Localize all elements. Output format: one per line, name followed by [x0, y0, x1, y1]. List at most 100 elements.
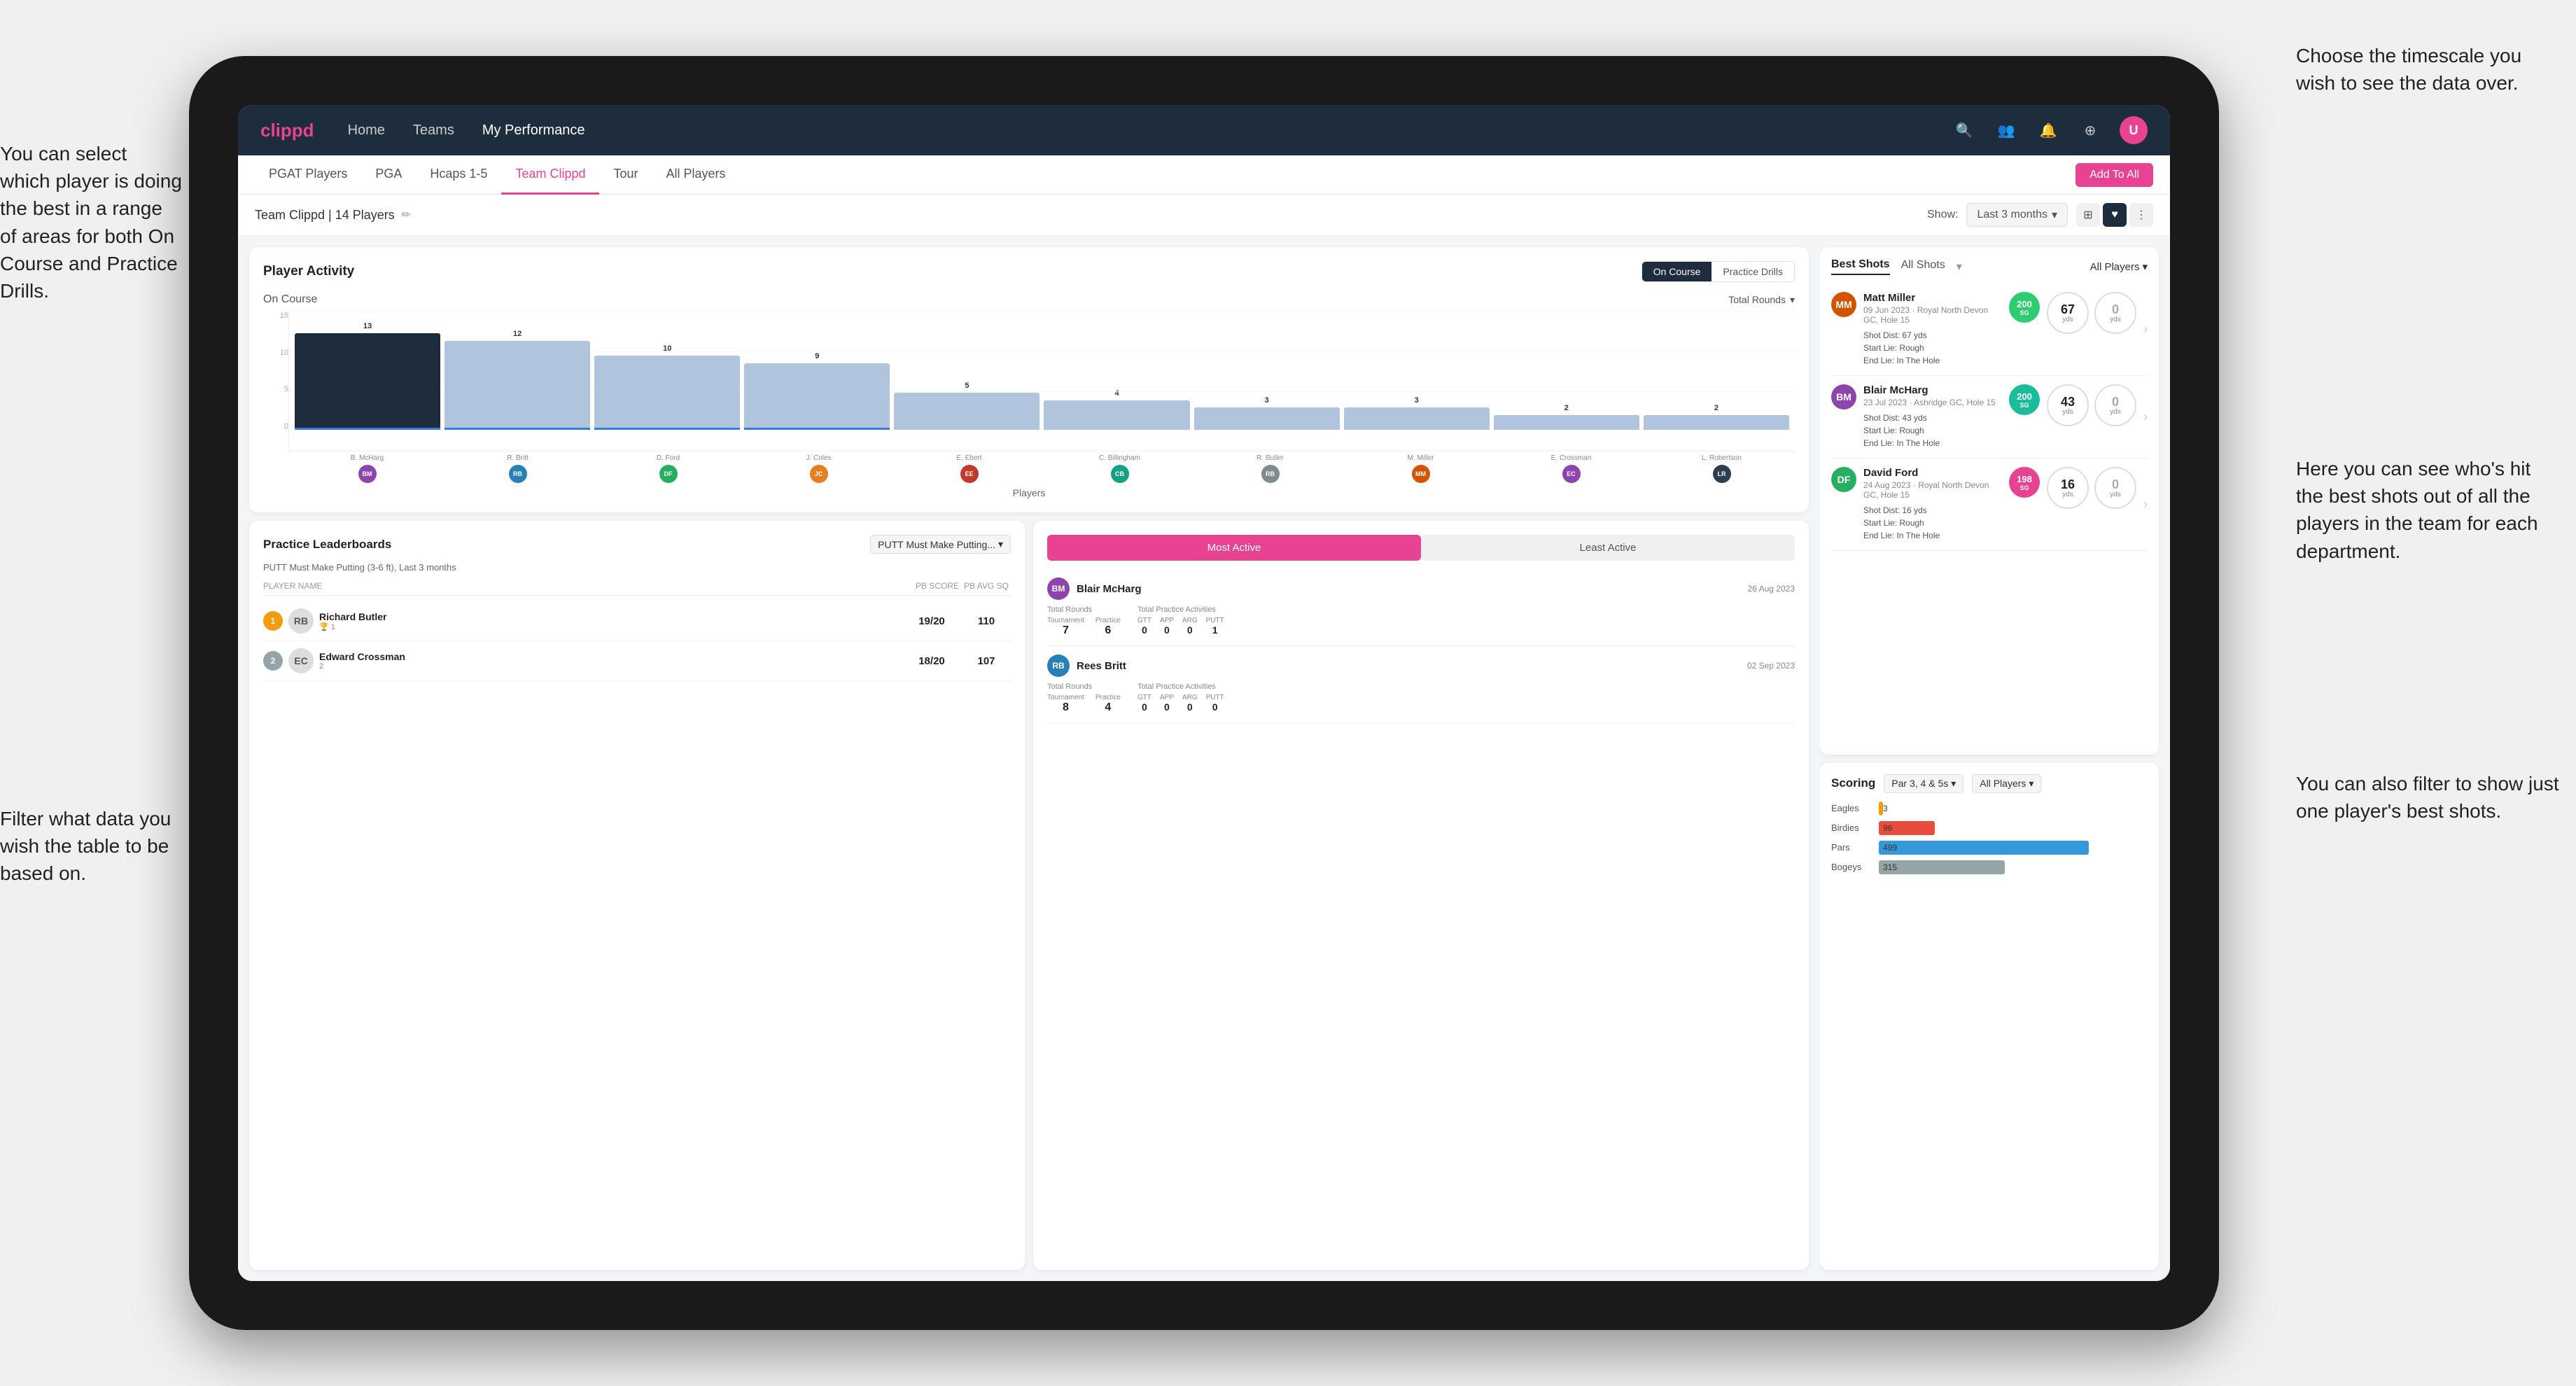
best-shots-tab[interactable]: Best Shots	[1831, 258, 1890, 275]
add-to-all-button[interactable]: Add To All	[2076, 163, 2153, 187]
avatar-crossman: EC	[1498, 465, 1644, 483]
practice-label-britt: Practice	[1096, 694, 1121, 701]
nav-icons: 🔍 👥 🔔 ⊕ U	[1952, 116, 2148, 144]
shot-details-mcharg: Shot Dist: 43 yds Start Lie: Rough End L…	[1863, 412, 2002, 449]
active-date-mcharg: 26 Aug 2023	[1748, 584, 1795, 594]
x-label-robertson: L. Robertson	[1648, 454, 1795, 462]
tab-hcaps[interactable]: Hcaps 1-5	[416, 155, 501, 195]
active-card-britt[interactable]: RB Rees Britt 02 Sep 2023 Total Rounds T…	[1047, 646, 1795, 723]
arg-britt: 0	[1182, 701, 1198, 713]
player-activity-panel: Player Activity On Course Practice Drill…	[249, 247, 1809, 512]
x-label-billingham: C. Billingham	[1046, 454, 1193, 462]
on-course-toggle[interactable]: On Course	[1642, 262, 1712, 281]
app-label: APP	[1160, 617, 1174, 624]
bar-ebert[interactable]: 5	[894, 382, 1040, 430]
lb-row-crossman[interactable]: 2 EC Edward Crossman 2 18/20 107	[263, 641, 1011, 681]
main-content: Player Activity On Course Practice Drill…	[238, 236, 2170, 1281]
edit-team-icon[interactable]: ✏	[402, 208, 411, 222]
team-title: Team Clippd | 14 Players ✏	[255, 208, 411, 223]
tab-tour[interactable]: Tour	[599, 155, 652, 195]
shot-badge-miller: 200 SG	[2009, 292, 2040, 323]
shot-card-miller[interactable]: MM Matt Miller 09 Jun 2023 · Royal North…	[1831, 284, 2148, 376]
card-view-icon[interactable]: ♥	[2103, 203, 2127, 227]
total-practice-label-britt: Total Practice Activities	[1138, 682, 1224, 691]
lb-filter-dropdown[interactable]: PUTT Must Make Putting... ▾	[870, 535, 1011, 554]
nav-links: Home Teams My Performance	[348, 122, 1952, 139]
tournament-value-mcharg: 7	[1047, 624, 1084, 637]
total-rounds-britt: Total Rounds Tournament 8 Practice	[1047, 682, 1121, 714]
search-icon[interactable]: 🔍	[1952, 118, 1977, 143]
total-rounds-mcharg: Total Rounds Tournament 7 Practice	[1047, 606, 1121, 637]
team-header: Team Clippd | 14 Players ✏ Show: Last 3 …	[238, 195, 2170, 236]
y-label-0: 0	[263, 422, 288, 430]
annotation-right-bottom: You can also filter to show just one pla…	[2296, 770, 2562, 825]
tab-team-clippd[interactable]: Team Clippd	[501, 155, 599, 195]
bar-robertson[interactable]: 2	[1644, 404, 1789, 430]
lb-subtitle: PUTT Must Make Putting (3-6 ft), Last 3 …	[263, 562, 1011, 573]
bar-crossman[interactable]: 2	[1494, 404, 1639, 430]
view-icons: ⊞ ♥ ⋮	[2076, 203, 2153, 227]
least-active-tab[interactable]: Least Active	[1421, 535, 1795, 561]
practice-label: Practice	[1096, 617, 1121, 624]
x-label-butler: R. Butler	[1197, 454, 1343, 462]
active-player-name-mcharg: Blair McHarg	[1077, 583, 1142, 595]
bar-miller[interactable]: 3	[1344, 396, 1490, 430]
total-rounds-label: Total Rounds	[1047, 606, 1121, 614]
scoring-filter2-dropdown[interactable]: All Players ▾	[1972, 774, 2041, 793]
tab-pgat-players[interactable]: PGAT Players	[255, 155, 361, 195]
shot-card-mcharg[interactable]: BM Blair McHarg 23 Jul 2023 · Ashridge G…	[1831, 376, 2148, 458]
time-filter-dropdown[interactable]: Last 3 months ▾	[1966, 203, 2068, 227]
nav-link-myperformance[interactable]: My Performance	[482, 122, 585, 139]
avatar-coles: JC	[746, 465, 892, 483]
all-players-dropdown[interactable]: All Players ▾	[2090, 260, 2148, 273]
arg-mcharg: 0	[1182, 624, 1198, 636]
rank-gold-icon: 1	[263, 611, 283, 631]
active-card-mcharg[interactable]: BM Blair McHarg 26 Aug 2023 Total Rounds	[1047, 569, 1795, 646]
most-active-tab[interactable]: Most Active	[1047, 535, 1421, 561]
plus-circle-icon[interactable]: ⊕	[2078, 118, 2103, 143]
bar-value-9: 9	[815, 352, 819, 360]
total-practice-britt: Total Practice Activities GTT0 APP0 ARG0…	[1138, 682, 1224, 714]
scoring-birdies-bar: 96	[1879, 821, 1935, 835]
lb-row-butler[interactable]: 1 RB Richard Butler 🏆 1 19/20 110	[263, 601, 1011, 641]
shot-card-ford[interactable]: DF David Ford 24 Aug 2023 · Royal North …	[1831, 458, 2148, 551]
show-label: Show:	[1927, 209, 1958, 221]
bar-coles[interactable]: 9	[744, 352, 890, 430]
lb-header: Practice Leaderboards PUTT Must Make Put…	[263, 535, 1011, 554]
chart-filter-dropdown[interactable]: Total Rounds ▾	[1728, 294, 1795, 306]
chart-area: On Course Total Rounds ▾ 15 10 5	[263, 293, 1795, 498]
bar-mcharg[interactable]: 13	[295, 322, 440, 430]
tab-pga[interactable]: PGA	[361, 155, 416, 195]
bell-icon[interactable]: 🔔	[2036, 118, 2061, 143]
avatar-robertson: LR	[1648, 465, 1795, 483]
bar-britt[interactable]: 12	[444, 330, 590, 430]
shot-avatar-miller: MM	[1831, 292, 1856, 317]
bar-billingham[interactable]: 4	[1044, 389, 1189, 430]
gtt-label-britt: GTT	[1138, 694, 1152, 701]
grid-view-icon[interactable]: ⊞	[2076, 203, 2100, 227]
shot-player-name-mcharg: Blair McHarg	[1863, 384, 2002, 396]
scoring-filter1-dropdown[interactable]: Par 3, 4 & 5s ▾	[1884, 774, 1963, 793]
practice-drills-toggle[interactable]: Practice Drills	[1712, 262, 1794, 281]
user-avatar[interactable]: U	[2120, 116, 2148, 144]
list-view-icon[interactable]: ⋮	[2129, 203, 2153, 227]
shot-meta-miller: 09 Jun 2023 · Royal North Devon GC, Hole…	[1863, 305, 2002, 325]
sub-nav: PGAT Players PGA Hcaps 1-5 Team Clippd T…	[238, 155, 2170, 195]
practice-value-britt: 4	[1096, 701, 1121, 714]
all-shots-tab[interactable]: All Shots	[1901, 259, 1945, 274]
player-name-butler: Richard Butler	[319, 611, 902, 622]
scoring-bogeys-count: 315	[1883, 862, 1897, 872]
people-icon[interactable]: 👥	[1994, 118, 2019, 143]
bar-butler[interactable]: 3	[1194, 396, 1340, 430]
bar-value-12: 12	[513, 330, 522, 338]
total-practice-label: Total Practice Activities	[1138, 606, 1224, 614]
arg-label: ARG	[1182, 617, 1198, 624]
scoring-f2-arrow: ▾	[2029, 778, 2033, 790]
nav-link-teams[interactable]: Teams	[413, 122, 454, 139]
nav-link-home[interactable]: Home	[348, 122, 385, 139]
shots-dropdown-arrow[interactable]: ▾	[1956, 260, 1962, 274]
putt-label: PUTT	[1206, 617, 1224, 624]
bar-ford[interactable]: 10	[594, 344, 740, 430]
tab-all-players[interactable]: All Players	[652, 155, 740, 195]
bar-value-13: 13	[363, 322, 372, 330]
